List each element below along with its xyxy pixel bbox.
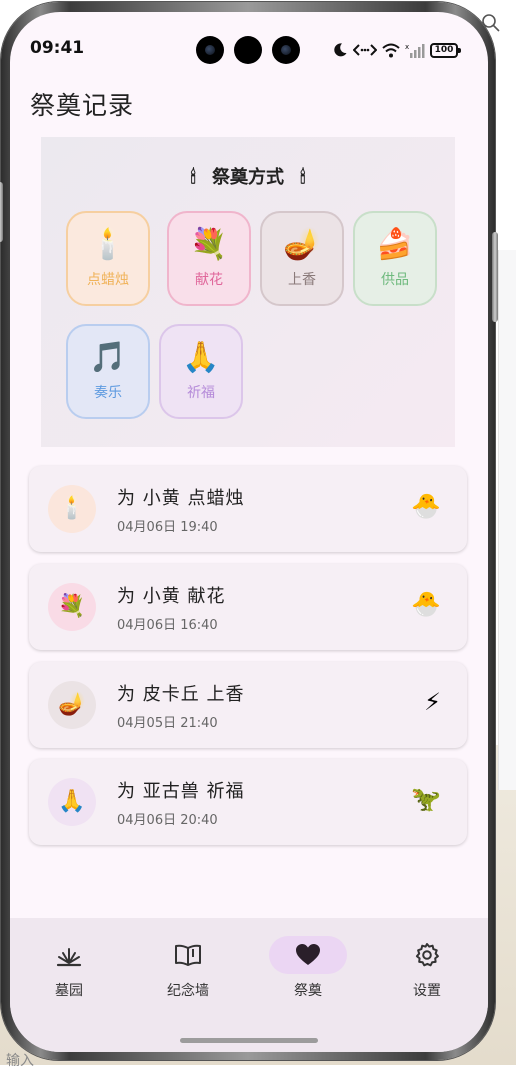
home-indicator[interactable]: [180, 1038, 318, 1043]
record-time: 04月06日 20:40: [117, 813, 218, 828]
nfc-icon: [353, 44, 377, 56]
camera-icon: [196, 36, 224, 64]
bottom-nav: 墓园 纪念墙 祭奠 设置: [10, 918, 488, 1052]
signal-icon: x: [405, 43, 425, 58]
wifi-icon: [382, 43, 400, 57]
bouquet-icon: 💐: [190, 227, 228, 262]
page-title: 祭奠记录: [30, 91, 135, 120]
bouquet-icon: 💐: [48, 583, 96, 631]
battery-level: 100: [434, 44, 454, 55]
method-label: 上香: [288, 272, 316, 288]
gear-icon: [415, 943, 439, 967]
grass-icon: [56, 948, 82, 967]
nav-icon-container: [149, 936, 227, 974]
heart-icon: [296, 944, 320, 965]
nav-icon-container: [388, 936, 466, 974]
nav-item-memorial-wall[interactable]: 纪念墙: [148, 936, 228, 1000]
battery-icon: 100: [430, 42, 461, 58]
method-label: 献花: [195, 272, 223, 288]
nav-item-settings[interactable]: 设置: [387, 936, 467, 1000]
background-input-hint: 输入: [6, 1053, 34, 1069]
record-card[interactable]: 💐 为 小黄 献花 04月06日 16:40 🐣: [29, 564, 467, 650]
method-burn-incense-button[interactable]: 🪔 上香: [260, 211, 344, 306]
nav-icon-container-active: [269, 936, 347, 974]
record-title: 为 小黄 献花: [117, 586, 226, 607]
methods-title-text: 祭奠方式: [212, 167, 284, 188]
hatching-chick-icon: 🐣: [411, 590, 441, 618]
cake-icon: 🍰: [376, 227, 414, 262]
nav-item-memorial[interactable]: 祭奠: [268, 936, 348, 1000]
method-label: 供品: [381, 272, 409, 288]
record-title: 为 小黄 点蜡烛: [117, 488, 245, 509]
background-side-panel: [498, 250, 516, 790]
record-time: 04月05日 21:40: [117, 716, 218, 731]
status-time: 09:41: [30, 38, 85, 58]
method-offer-flowers-button[interactable]: 💐 献花: [167, 211, 251, 306]
app-screen: 09:41 x 100 祭奠记录 🕯 祭奠方式 🕯 🕯️ 点蜡烛 💐 献花 🪔 …: [10, 12, 488, 1052]
method-label: 奏乐: [94, 385, 122, 401]
record-card[interactable]: 🪔 为 皮卡丘 上香 04月05日 21:40 ⚡: [29, 662, 467, 748]
method-light-candle-button[interactable]: 🕯️ 点蜡烛: [66, 211, 150, 306]
method-label: 祈福: [187, 385, 215, 401]
method-pray-button[interactable]: 🙏 祈福: [159, 324, 243, 419]
praying-hands-icon: 🙏: [48, 778, 96, 826]
status-bar: 09:41 x 100: [10, 12, 488, 72]
memorial-methods-panel: 🕯 祭奠方式 🕯 🕯️ 点蜡烛 💐 献花 🪔 上香 🍰 供品 🎵 奏乐 🙏 祈福: [41, 137, 455, 447]
volume-button: [0, 182, 3, 242]
hatching-chick-icon: 🐣: [411, 492, 441, 520]
method-label: 点蜡烛: [87, 272, 129, 288]
book-icon: [175, 944, 201, 966]
status-icons: x 100: [332, 40, 461, 60]
nav-item-cemetery[interactable]: 墓园: [29, 936, 109, 1000]
method-play-music-button[interactable]: 🎵 奏乐: [66, 324, 150, 419]
svg-text:x: x: [405, 43, 409, 51]
nav-label: 祭奠: [294, 983, 322, 999]
record-title: 为 亚古兽 祈福: [117, 781, 245, 802]
power-button: [492, 232, 498, 322]
nav-label: 设置: [413, 983, 441, 999]
camera-icon: [234, 36, 262, 64]
record-time: 04月06日 19:40: [117, 520, 218, 535]
candle-icon: 🕯: [190, 167, 196, 188]
music-note-icon: 🎵: [89, 340, 127, 375]
record-title: 为 皮卡丘 上香: [117, 684, 245, 705]
nav-icon-container: [30, 936, 108, 974]
method-offerings-button[interactable]: 🍰 供品: [353, 211, 437, 306]
dinosaur-icon: 🦖: [411, 785, 441, 813]
record-card[interactable]: 🙏 为 亚古兽 祈福 04月06日 20:40 🦖: [29, 759, 467, 845]
record-time: 04月06日 16:40: [117, 618, 218, 633]
methods-title: 🕯 祭奠方式 🕯: [41, 163, 455, 189]
record-card[interactable]: 🕯️ 为 小黄 点蜡烛 04月06日 19:40 🐣: [29, 466, 467, 552]
nav-label: 墓园: [55, 983, 83, 999]
oil-lamp-icon: 🪔: [283, 227, 321, 262]
candle-icon: 🕯️: [48, 485, 96, 533]
candle-icon: 🕯️: [89, 227, 127, 262]
nav-label: 纪念墙: [167, 983, 209, 999]
phone-frame: 09:41 x 100 祭奠记录 🕯 祭奠方式 🕯 🕯️ 点蜡烛 💐 献花 🪔 …: [0, 2, 498, 1060]
oil-lamp-icon: 🪔: [48, 681, 96, 729]
praying-hands-icon: 🙏: [182, 340, 220, 375]
moon-icon: [334, 43, 347, 57]
lightning-icon: ⚡: [424, 688, 441, 716]
candle-icon: 🕯: [300, 167, 306, 188]
camera-icon: [272, 36, 300, 64]
